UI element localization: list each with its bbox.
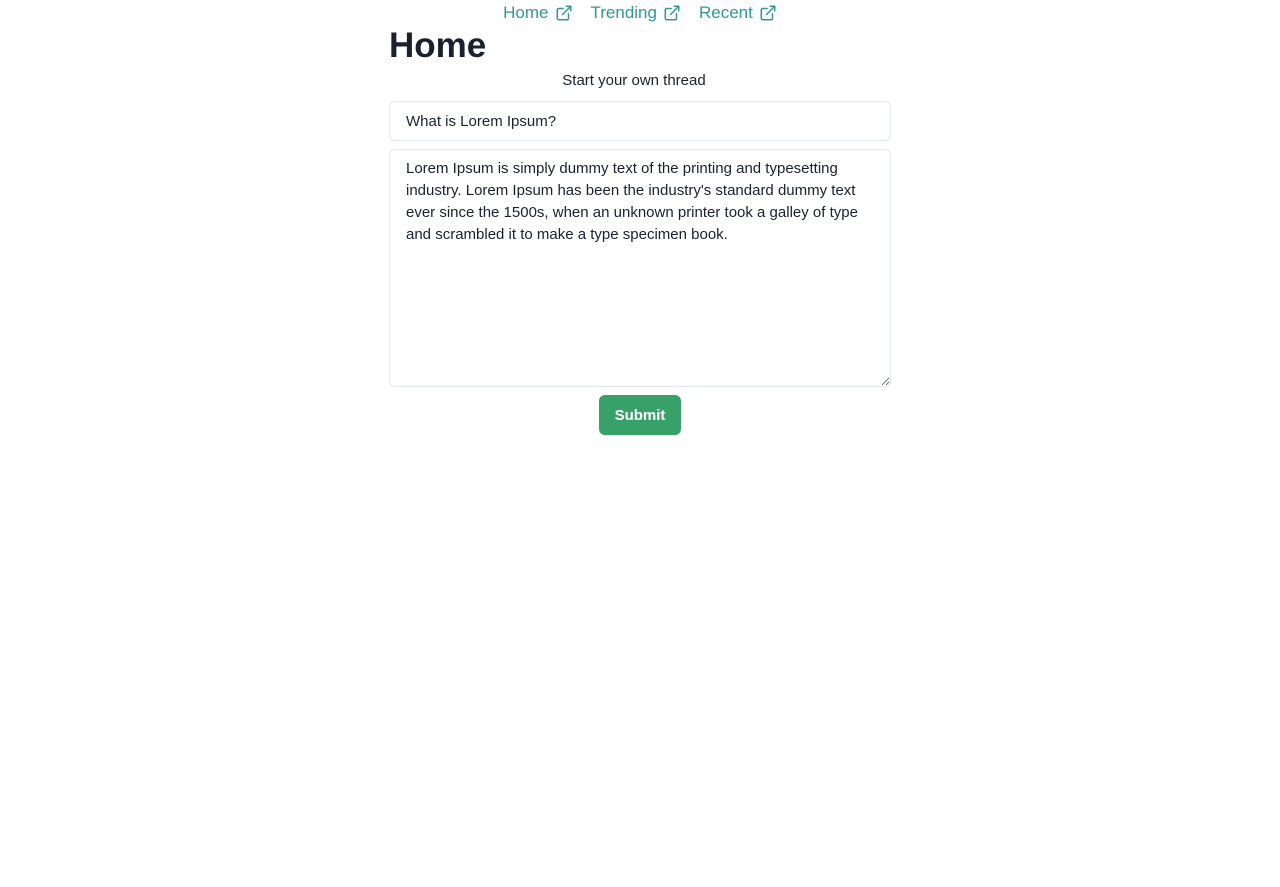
top-nav: Home Trending Recent bbox=[0, 0, 1280, 26]
nav-link-label: Trending bbox=[590, 3, 657, 22]
external-link-icon bbox=[663, 4, 681, 22]
nav-link-home[interactable]: Home bbox=[503, 0, 572, 26]
nav-link-label: Recent bbox=[698, 3, 753, 22]
submit-row: Submit bbox=[389, 395, 891, 435]
thread-title-input[interactable] bbox=[389, 101, 891, 141]
main-content: Home Start your own thread Lorem Ipsum i… bbox=[389, 26, 891, 435]
new-thread-form: Lorem Ipsum is simply dummy text of the … bbox=[389, 101, 891, 435]
nav-link-trending[interactable]: Trending bbox=[591, 0, 681, 26]
external-link-icon bbox=[759, 4, 777, 22]
page-title: Home bbox=[389, 26, 487, 65]
submit-button[interactable]: Submit bbox=[598, 395, 682, 435]
page-subtitle: Start your own thread bbox=[562, 72, 706, 89]
external-link-icon bbox=[555, 4, 573, 22]
nav-link-recent[interactable]: Recent bbox=[699, 0, 777, 26]
thread-body-textarea[interactable]: Lorem Ipsum is simply dummy text of the … bbox=[389, 149, 891, 387]
nav-link-label: Home bbox=[503, 3, 549, 22]
